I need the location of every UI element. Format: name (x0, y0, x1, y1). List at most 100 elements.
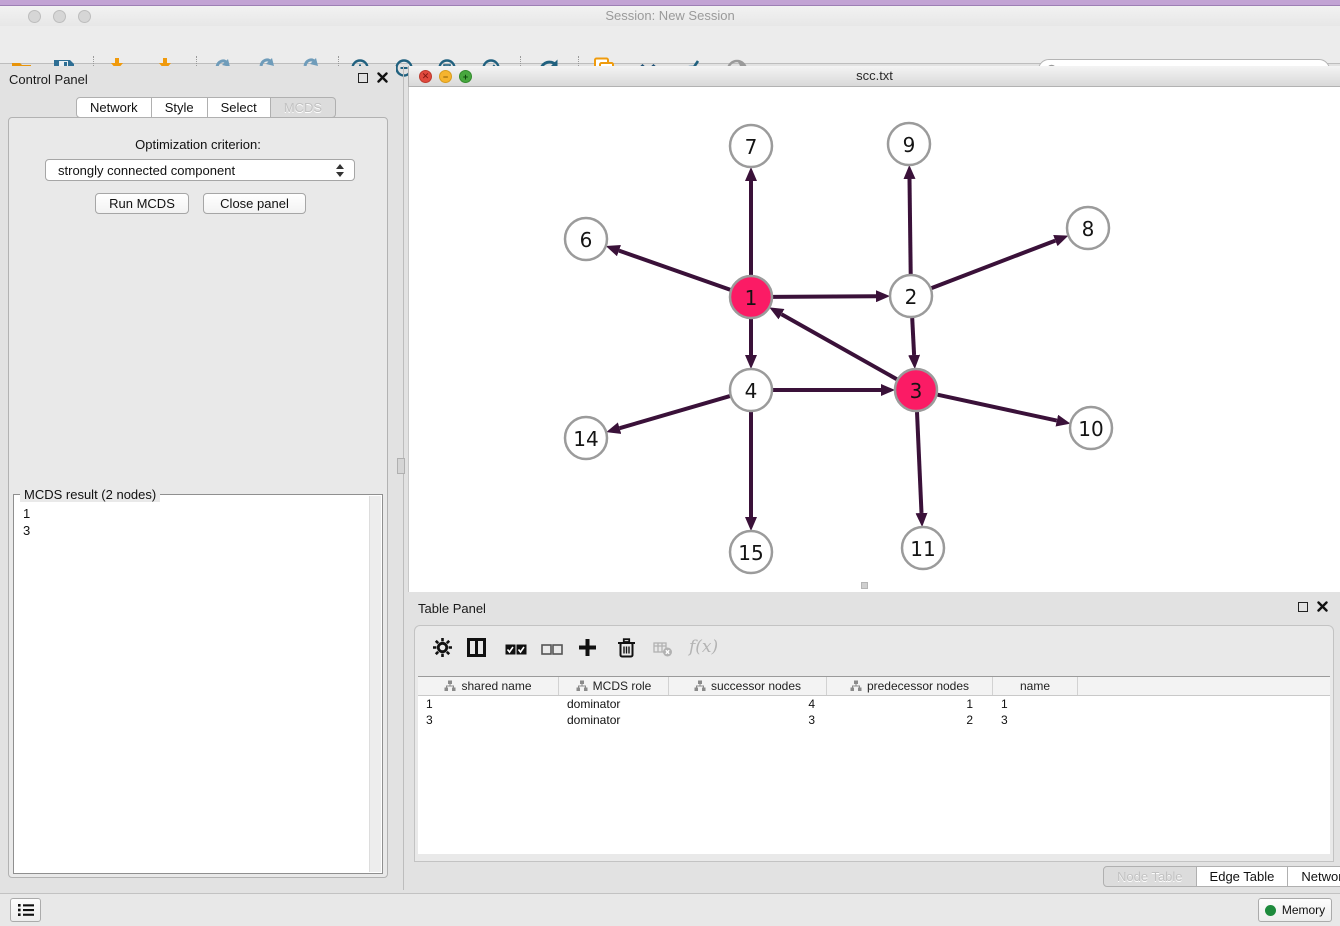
edge-1-to-2[interactable] (773, 296, 876, 297)
table-row[interactable]: 1 dominator 4 1 1 (418, 696, 1330, 712)
window-minimize-button[interactable] (53, 10, 66, 23)
column-type-icon (576, 680, 588, 692)
titlebar: Session: New Session (0, 6, 1340, 26)
cell-successor-nodes[interactable]: 3 (669, 712, 827, 728)
add-column-icon[interactable] (578, 638, 597, 662)
column-type-icon (694, 680, 706, 692)
control-panel-title: Control Panel (9, 72, 88, 87)
node-label-7: 7 (745, 135, 758, 159)
network-window: ✕ − + scc.txt 7968124314101511 (408, 66, 1340, 592)
node-label-2: 2 (905, 285, 918, 309)
network-window-title: scc.txt (409, 66, 1340, 86)
float-table-panel-icon[interactable] (1298, 602, 1308, 612)
column-header-predecessor-nodes[interactable]: predecessor nodes (827, 677, 993, 695)
column-type-icon (444, 680, 456, 692)
cell-shared-name[interactable]: 1 (418, 696, 559, 712)
node-table: shared name MCDS role successor nodes pr… (418, 676, 1330, 854)
table-header-row: shared name MCDS role successor nodes pr… (418, 677, 1330, 696)
control-panel-header: Control Panel (0, 66, 396, 92)
status-bar: Memory (0, 893, 1340, 926)
node-label-3: 3 (910, 379, 923, 403)
canvas-resize-grip[interactable] (861, 582, 868, 589)
settings-gear-icon[interactable] (433, 638, 452, 662)
memory-button[interactable]: Memory (1258, 898, 1332, 922)
close-panel-icon[interactable] (377, 72, 388, 83)
cell-mcds-role[interactable]: dominator (559, 696, 669, 712)
memory-status-icon (1265, 905, 1276, 916)
tab-network[interactable]: Network (76, 97, 152, 118)
panel-splitter[interactable] (403, 66, 404, 890)
cell-mcds-role[interactable]: dominator (559, 712, 669, 728)
table-toolbar: f(x) (415, 626, 1333, 670)
network-close-icon[interactable]: ✕ (419, 70, 432, 83)
column-header-shared-name[interactable]: shared name (418, 677, 559, 695)
deselect-all-columns-icon[interactable] (541, 642, 563, 660)
toggle-panel-icon[interactable] (467, 638, 486, 662)
optimization-criterion-value: strongly connected component (58, 163, 235, 178)
task-list-icon (18, 903, 34, 917)
optimization-criterion-select[interactable]: strongly connected component (45, 159, 355, 181)
column-header-name[interactable]: name (993, 677, 1078, 695)
column-header-mcds-role[interactable]: MCDS role (559, 677, 669, 695)
function-builder-icon[interactable]: f(x) (687, 634, 721, 663)
edge-2-to-9[interactable] (910, 179, 911, 274)
close-table-panel-icon[interactable] (1317, 601, 1328, 612)
edge-3-to-1[interactable] (782, 314, 897, 379)
window-zoom-button[interactable] (78, 10, 91, 23)
network-maximize-icon[interactable]: + (459, 70, 472, 83)
tab-style[interactable]: Style (152, 97, 208, 118)
optimization-criterion-label: Optimization criterion: (0, 137, 396, 152)
app-title: Session: New Session (0, 6, 1340, 26)
delete-columns-icon[interactable] (617, 638, 636, 663)
node-table-container: f(x) shared name MCDS role successor nod… (414, 625, 1334, 862)
cell-predecessor-nodes[interactable]: 1 (827, 696, 993, 712)
float-panel-icon[interactable] (358, 73, 368, 83)
tab-network-table[interactable]: Network Table (1288, 866, 1340, 887)
tab-mcds[interactable]: MCDS (271, 97, 336, 118)
mcds-result-title: MCDS result (2 nodes) (20, 487, 160, 502)
cell-shared-name[interactable]: 3 (418, 712, 559, 728)
table-panel: Table Panel (408, 595, 1340, 890)
edge-3-to-10[interactable] (938, 395, 1057, 421)
network-minimize-icon[interactable]: − (439, 70, 452, 83)
cell-name[interactable]: 3 (993, 712, 1078, 728)
task-history-button[interactable] (10, 898, 41, 922)
edge-3-to-11[interactable] (917, 412, 922, 513)
table-panel-header: Table Panel (408, 595, 1340, 621)
node-label-10: 10 (1078, 417, 1103, 441)
splitter-grip[interactable] (397, 458, 405, 474)
main-toolbar (0, 26, 1340, 64)
cell-successor-nodes[interactable]: 4 (669, 696, 827, 712)
tab-node-table[interactable]: Node Table (1103, 866, 1197, 887)
edge-2-to-3[interactable] (912, 318, 914, 355)
svg-text:f(x): f(x) (687, 637, 718, 657)
delete-table-icon[interactable] (653, 642, 673, 662)
node-label-14: 14 (573, 427, 598, 451)
tab-edge-table[interactable]: Edge Table (1197, 866, 1289, 887)
column-header-successor-nodes[interactable]: successor nodes (669, 677, 827, 695)
network-canvas[interactable]: 7968124314101511 (408, 87, 1340, 592)
network-graph: 7968124314101511 (409, 87, 1340, 592)
node-label-9: 9 (903, 133, 916, 157)
edge-1-to-6[interactable] (619, 251, 730, 290)
column-type-icon (850, 680, 862, 692)
edge-2-to-8[interactable] (932, 241, 1056, 289)
node-label-1: 1 (745, 286, 758, 310)
run-mcds-button[interactable]: Run MCDS (95, 193, 189, 214)
tab-select[interactable]: Select (208, 97, 271, 118)
edge-4-to-14[interactable] (620, 396, 730, 428)
result-scrollbar[interactable] (369, 496, 381, 872)
cell-predecessor-nodes[interactable]: 2 (827, 712, 993, 728)
mcds-result-group: MCDS result (2 nodes) 13 (13, 494, 383, 874)
node-label-8: 8 (1082, 217, 1095, 241)
mcds-result-text[interactable]: 13 (15, 501, 369, 872)
window-close-button[interactable] (28, 10, 41, 23)
close-panel-button[interactable]: Close panel (203, 193, 306, 214)
network-window-titlebar[interactable]: ✕ − + scc.txt (408, 66, 1340, 87)
node-label-11: 11 (910, 537, 935, 561)
cell-name[interactable]: 1 (993, 696, 1078, 712)
select-all-columns-icon[interactable] (505, 642, 527, 660)
table-panel-title: Table Panel (418, 601, 486, 616)
node-label-4: 4 (745, 379, 758, 403)
table-row[interactable]: 3 dominator 3 2 3 (418, 712, 1330, 728)
